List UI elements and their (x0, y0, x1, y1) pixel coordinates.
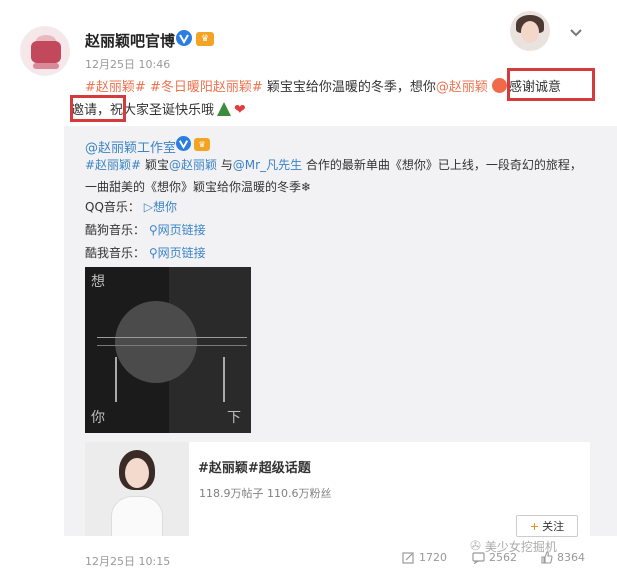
heart-icon: ❤ (234, 102, 246, 118)
album-char: 想 (91, 274, 105, 290)
author-name[interactable]: 赵丽颖吧官博 (85, 30, 175, 51)
music-label: 酷狗音乐： (85, 223, 146, 237)
author-avatar[interactable] (20, 26, 70, 76)
music-link-kugou: 酷狗音乐： ⚲网页链接 (85, 221, 206, 238)
user-avatar[interactable] (510, 11, 550, 51)
mention-link[interactable]: @赵丽颖 (169, 158, 217, 172)
watermark-text: 美少女挖掘机 (484, 540, 557, 554)
album-cover-image[interactable]: 想 你 下 (85, 267, 251, 433)
hashtag-link[interactable]: #冬日暖阳赵丽颖# (150, 80, 263, 95)
music-link-kuwo: 酷我音乐： ⚲网页链接 (85, 244, 206, 261)
watermark: ✇ 美少女挖掘机 (470, 538, 557, 555)
repost-count: 1720 (419, 551, 447, 564)
chevron-down-icon[interactable] (568, 24, 584, 40)
link-icon: ⚲ (148, 223, 158, 237)
link-icon: ⚲ (148, 246, 158, 260)
weibo-post-card: 赵丽颖吧官博 ♛ 12月25日 10:46 #赵丽颖# #冬日暖阳赵丽颖# 颖宝… (0, 0, 617, 573)
post-time[interactable]: 12月25日 10:46 (85, 56, 170, 72)
emoji-icon (492, 78, 508, 93)
hashtag-link[interactable]: #赵丽颖# (85, 158, 141, 172)
music-link[interactable]: ▷想你 (144, 200, 177, 214)
repost-body-text: 与 (216, 158, 233, 172)
repost-body-text: 合作的最新单曲《想你》已上线，一段奇幻的旅程， (302, 158, 582, 172)
like-count: 8364 (557, 551, 585, 564)
music-link[interactable]: 网页链接 (158, 246, 206, 260)
follow-button[interactable]: + 关注 (516, 515, 578, 537)
highlight-box (507, 68, 595, 101)
repost-time[interactable]: 12月25日 10:15 (85, 553, 170, 569)
mention-link[interactable]: @Mr_凡先生 (233, 158, 302, 172)
topic-stats: 118.9万帖子 110.6万粉丝 (199, 487, 332, 500)
verified-icon (176, 30, 192, 46)
music-label: 酷我音乐： (85, 246, 146, 260)
repost-action[interactable]: 1720 (402, 551, 447, 564)
topic-image (85, 442, 189, 536)
repost-icon (402, 552, 414, 564)
wechat-icon: ✇ (470, 539, 481, 554)
follow-label: 关注 (542, 520, 565, 533)
mention-link[interactable]: @赵丽颖 (436, 80, 488, 95)
music-label: QQ音乐： (85, 200, 140, 214)
highlight-box (70, 95, 126, 122)
post-body-text: 颖宝宝给你温暖的冬季，想你 (266, 80, 436, 95)
topic-title[interactable]: #赵丽颖#超级话题 (198, 457, 311, 476)
vip-badge-icon: ♛ (196, 32, 214, 46)
album-char: 你 (91, 410, 105, 426)
repost-body-text: 颖宝 (141, 158, 169, 172)
repost-body-text: 一曲甜美的《想你》颖宝给你温暖的冬季❄ (85, 180, 312, 194)
music-link-qq: QQ音乐： ▷想你 (85, 198, 177, 215)
hashtag-link[interactable]: #赵丽颖# (85, 80, 146, 95)
verified-icon (176, 136, 191, 151)
vip-badge-icon: ♛ (194, 138, 210, 151)
christmas-tree-icon (217, 102, 232, 116)
music-link[interactable]: 网页链接 (158, 223, 206, 237)
repost-text: #赵丽颖# 颖宝@赵丽颖 与@Mr_凡先生 合作的最新单曲《想你》已上线，一段奇… (85, 154, 595, 198)
album-char: 下 (227, 410, 241, 426)
plus-icon: + (529, 519, 540, 533)
